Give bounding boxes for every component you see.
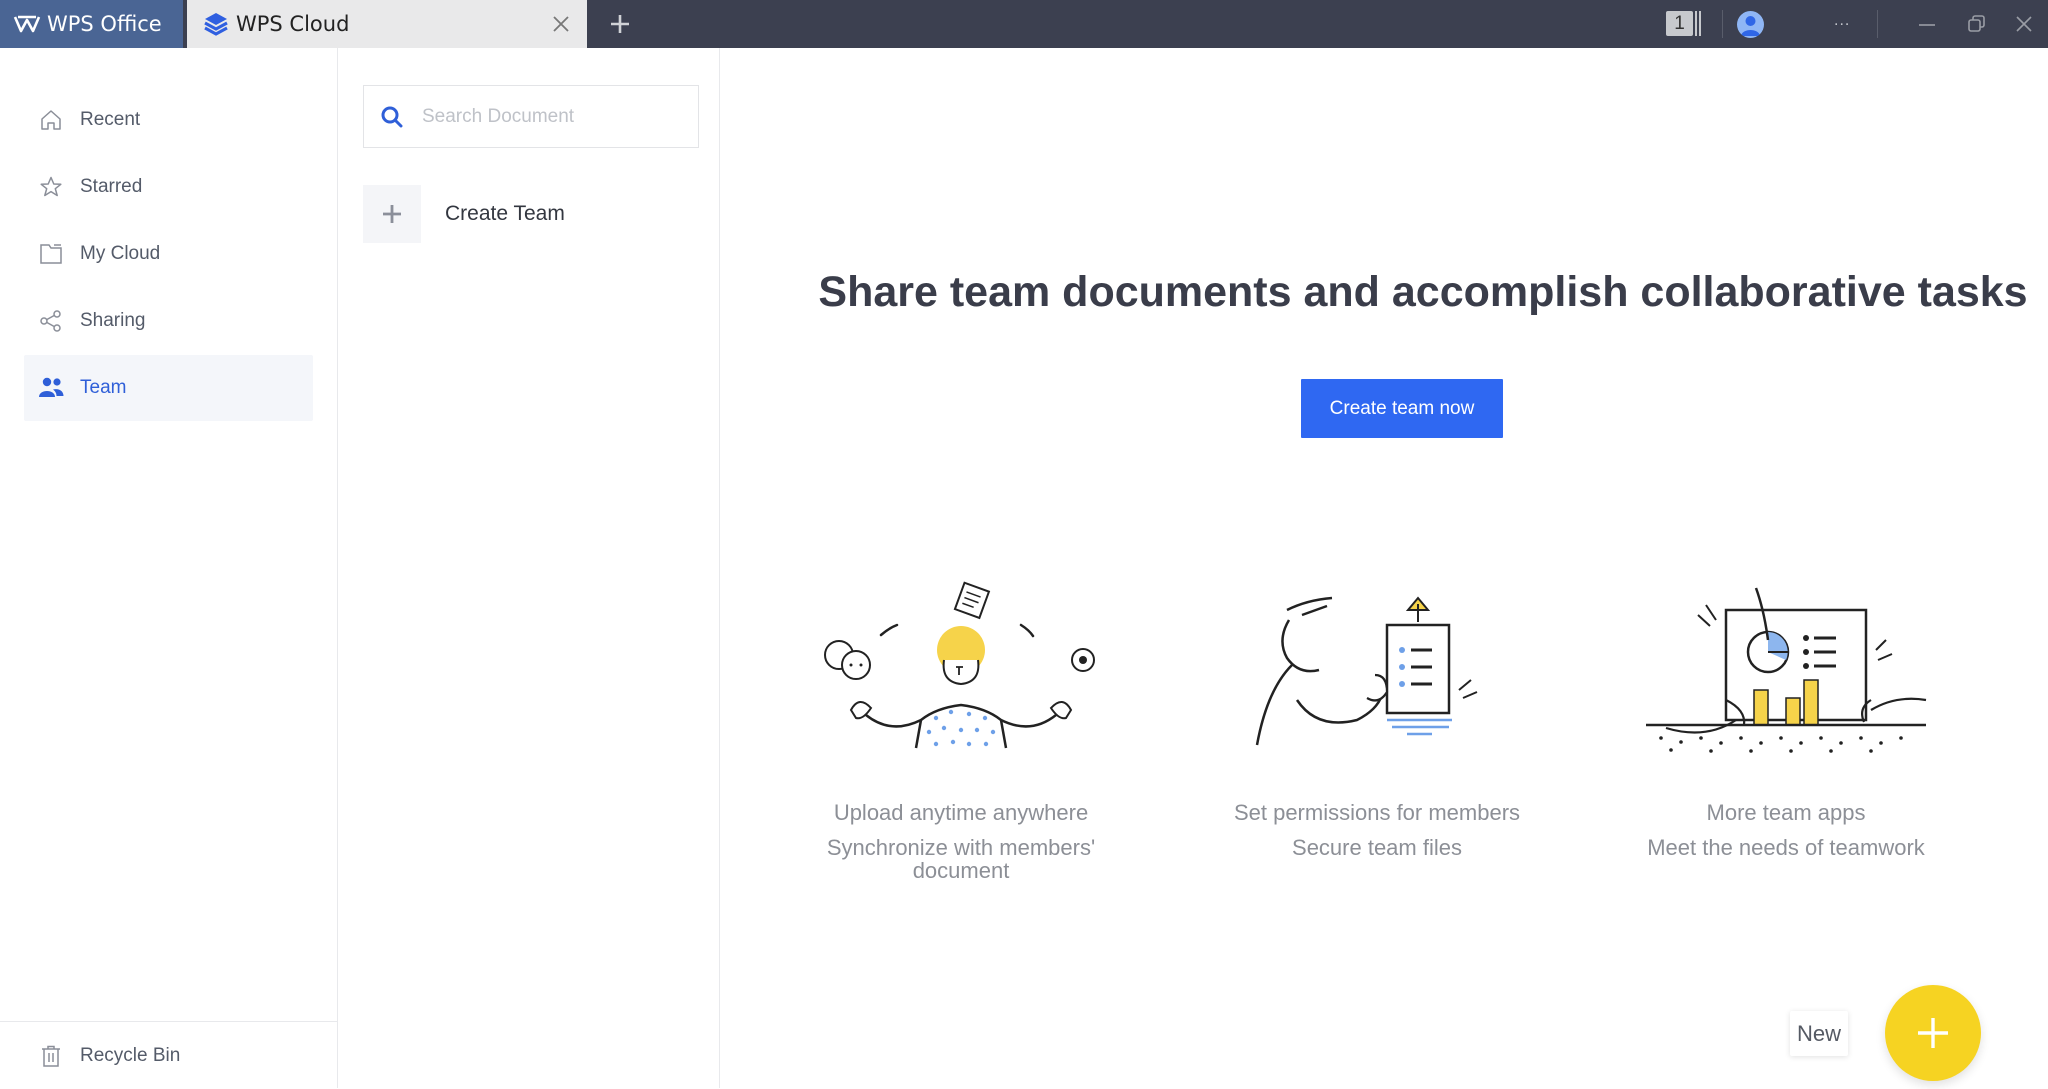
team-icon — [38, 375, 64, 401]
create-team-button[interactable]: Create Team — [363, 185, 699, 243]
search-icon — [381, 106, 403, 127]
search-box[interactable] — [363, 85, 699, 148]
window-stack-icon — [1695, 11, 1701, 36]
sidebar-item-sharing[interactable]: Sharing — [24, 288, 313, 354]
charts-board-illustration — [1646, 587, 1927, 753]
recycle-bin-label: Recycle Bin — [80, 1044, 181, 1066]
tab-label: WPS Cloud — [236, 12, 350, 36]
tab-wps-cloud[interactable]: WPS Cloud — [187, 0, 587, 48]
search-input[interactable] — [422, 105, 682, 128]
sidebar: Recent Starred My Cloud Sharing Team Rec… — [0, 48, 338, 1088]
sidebar-item-label: Starred — [80, 176, 143, 197]
trash-icon — [38, 1043, 64, 1069]
sidebar-item-label: Recent — [80, 109, 141, 130]
tab-wps-office[interactable]: WPS Office — [0, 0, 183, 48]
sidebar-item-recent[interactable]: Recent — [24, 87, 313, 153]
sidebar-item-starred[interactable]: Starred — [24, 154, 313, 220]
close-tab-icon[interactable] — [549, 12, 573, 36]
sidebar-item-label: Team — [80, 377, 127, 398]
sidebar-item-team[interactable]: Team — [24, 355, 313, 421]
feature-title: More team apps — [1706, 800, 1866, 825]
create-team-label: Create Team — [445, 202, 565, 225]
star-icon — [38, 174, 64, 200]
user-icon — [1741, 16, 1760, 36]
sidebar-item-my-cloud[interactable]: My Cloud — [24, 221, 313, 287]
feature-subtitle: Secure team files — [1292, 835, 1462, 860]
feature-subtitle: Meet the needs of teamwork — [1647, 835, 1925, 860]
feature-title: Upload anytime anywhere — [833, 800, 1089, 825]
page-headline: Share team documents and accomplish coll… — [818, 268, 2028, 316]
feature-card: Upload anytime anywhere Synchronize with… — [781, 580, 1141, 882]
create-team-now-button[interactable]: Create team now — [1301, 379, 1503, 438]
sidebar-item-label: My Cloud — [80, 243, 161, 264]
close-window-icon[interactable] — [2012, 12, 2036, 36]
window-count-badge[interactable]: 1 — [1666, 11, 1693, 36]
wps-logo-icon — [13, 15, 41, 33]
plus-icon — [363, 185, 421, 243]
more-options-button[interactable]: ... — [1834, 12, 1850, 30]
minimize-icon[interactable] — [1915, 12, 1939, 36]
home-icon — [38, 107, 64, 133]
feature-title: Set permissions for members — [1233, 800, 1521, 825]
new-tooltip: New — [1790, 1011, 1848, 1056]
main-content: Share team documents and accomplish coll… — [721, 48, 2048, 1088]
divider — [1722, 10, 1723, 38]
restore-icon[interactable] — [1965, 12, 1989, 36]
plus-icon — [1918, 1018, 1948, 1048]
new-fab-button[interactable] — [1885, 985, 1981, 1081]
juggling-person-illustration — [824, 581, 1095, 749]
user-avatar[interactable] — [1737, 11, 1764, 38]
title-bar: WPS Office WPS Cloud 1 ... — [0, 0, 2048, 48]
recycle-bin-button[interactable]: Recycle Bin — [24, 1022, 180, 1089]
divider — [1877, 10, 1878, 38]
person-holding-document-illustration — [1255, 596, 1478, 746]
team-list-panel: Create Team — [339, 48, 720, 1088]
sidebar-footer: Recycle Bin — [0, 1021, 338, 1088]
share-icon — [38, 308, 64, 334]
feature-card: More team apps Meet the needs of teamwor… — [1606, 580, 1966, 859]
feature-subtitle: Synchronize with members' document — [826, 835, 1096, 883]
wps-cloud-logo-icon — [204, 13, 228, 36]
new-tab-plus-icon[interactable] — [604, 8, 636, 40]
folder-icon — [38, 241, 64, 267]
feature-card: Set permissions for members Secure team … — [1197, 580, 1557, 859]
tab-label: WPS Office — [47, 12, 162, 36]
sidebar-item-label: Sharing — [80, 310, 146, 331]
